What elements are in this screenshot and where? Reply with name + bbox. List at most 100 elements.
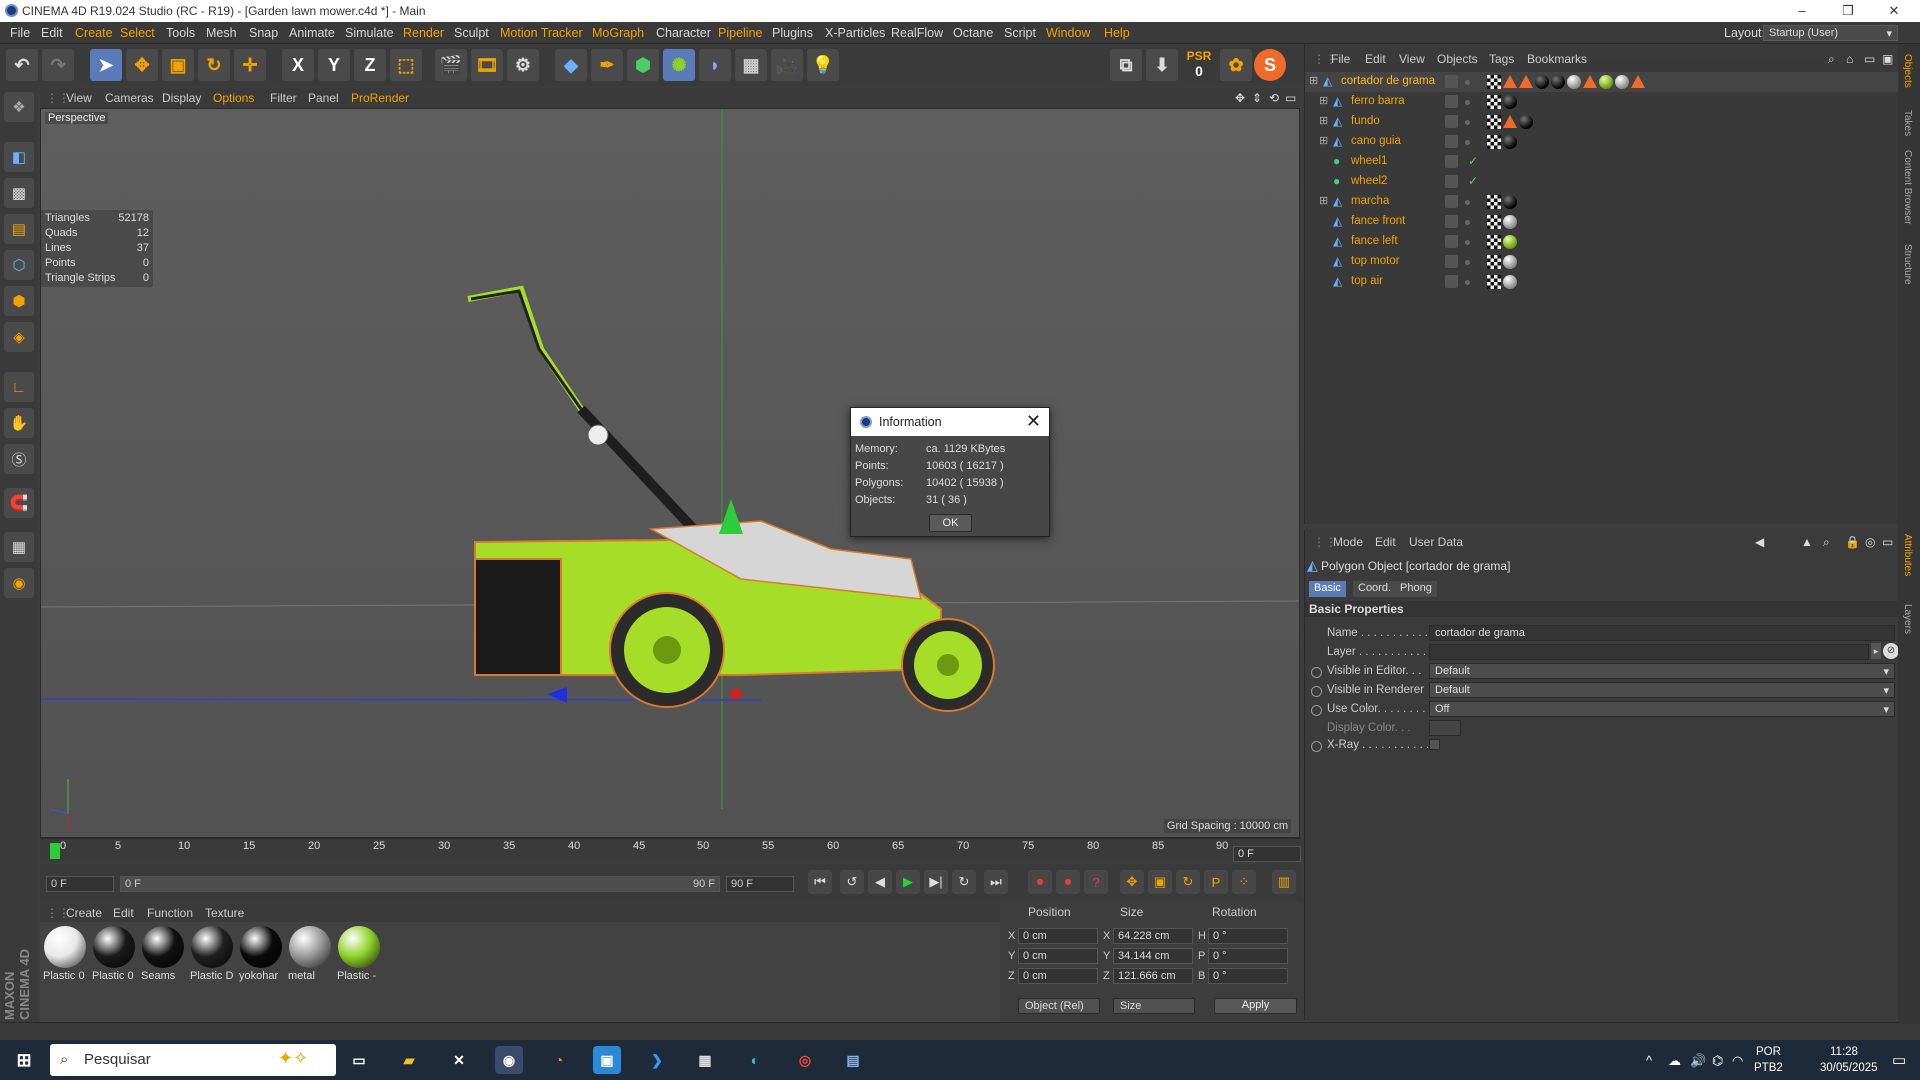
photos-icon[interactable]: ▤ xyxy=(839,1046,867,1074)
viewport-menu-panel[interactable]: Panel xyxy=(308,91,339,105)
object-name[interactable]: top motor xyxy=(1351,255,1400,267)
layout-select[interactable]: Startup (User) ▾ xyxy=(1763,25,1898,41)
key-pla-icon[interactable]: ⁘ xyxy=(1232,870,1256,894)
size-z-field[interactable]: 121.666 cm xyxy=(1113,968,1193,984)
material-item[interactable]: Plastic - xyxy=(337,926,381,984)
visibility-dot[interactable] xyxy=(1465,140,1470,145)
z-axis-lock-button[interactable]: Z xyxy=(354,49,386,81)
pos-y-field[interactable]: 0 cm xyxy=(1018,948,1098,964)
layer-swatch[interactable] xyxy=(1445,75,1458,88)
calculator-icon[interactable]: ▦ xyxy=(691,1046,719,1074)
texture-tag-icon[interactable] xyxy=(1487,75,1501,89)
workplane-lock-icon[interactable]: ▦ xyxy=(4,532,34,562)
object-name[interactable]: wheel1 xyxy=(1351,155,1387,167)
material-item[interactable]: Plastic 0 xyxy=(43,926,87,984)
key-rotation-icon[interactable]: ↻ xyxy=(1176,870,1200,894)
layer-swatch[interactable] xyxy=(1445,175,1458,188)
edge-icon[interactable]: ◐ xyxy=(741,1046,769,1074)
object-row[interactable]: ◭ fance left xyxy=(1305,232,1899,252)
material-item[interactable]: Plastic 0 xyxy=(92,926,136,984)
texture-tag-icon[interactable] xyxy=(1487,115,1501,129)
start-frame-field[interactable]: 0 F xyxy=(46,876,114,892)
y-axis-lock-button[interactable]: Y xyxy=(318,49,350,81)
material-item[interactable]: Seams xyxy=(141,926,185,984)
menu-mesh[interactable]: Mesh xyxy=(206,26,237,40)
use-color-dropdown[interactable]: Off ▾ xyxy=(1429,701,1895,717)
tray-expand-icon[interactable]: ^ xyxy=(1646,1053,1652,1068)
object-name[interactable]: wheel2 xyxy=(1351,175,1387,187)
play-icon[interactable]: ▶ xyxy=(896,870,920,894)
phong-tag-icon[interactable] xyxy=(1583,75,1597,88)
playhead-marker[interactable] xyxy=(50,843,60,859)
layer-swatch[interactable] xyxy=(1445,235,1458,248)
object-name[interactable]: cortador de grama xyxy=(1341,75,1435,87)
menu-window[interactable]: Window xyxy=(1046,26,1090,40)
render-view-icon[interactable]: 🎬 xyxy=(435,49,467,81)
snap-icon[interactable]: Ⓢ xyxy=(4,444,34,474)
network-icon[interactable]: ⌬ xyxy=(1712,1053,1723,1069)
layer-swatch[interactable] xyxy=(1445,195,1458,208)
menu-realflow[interactable]: RealFlow xyxy=(891,26,943,40)
object-name[interactable]: top air xyxy=(1351,275,1383,287)
menu-edit[interactable]: Edit xyxy=(41,26,63,40)
maximize-icon[interactable]: ▭ xyxy=(1882,535,1893,549)
go-to-end-icon[interactable]: ⏭ xyxy=(984,870,1008,894)
viewport-menu-view[interactable]: View xyxy=(66,91,92,105)
previous-key-icon[interactable]: ↺ xyxy=(840,870,864,894)
menu-file[interactable]: File xyxy=(10,26,30,40)
search-icon[interactable]: ⌕ xyxy=(1823,535,1830,550)
visibility-dot[interactable] xyxy=(1465,120,1470,125)
make-editable-icon[interactable]: ❖ xyxy=(4,92,34,122)
enabled-check-icon[interactable]: ✓ xyxy=(1468,174,1478,188)
rot-p-field[interactable]: 0 ° xyxy=(1208,948,1288,964)
layer-swatch[interactable] xyxy=(1445,215,1458,228)
attr-menu-mode[interactable]: Mode xyxy=(1333,535,1363,549)
key-position-icon[interactable]: ✥ xyxy=(1120,870,1144,894)
layer-swatch[interactable] xyxy=(1445,95,1458,108)
x-app-icon[interactable]: ✕ xyxy=(445,1046,473,1074)
s-plugin-icon[interactable]: S xyxy=(1254,49,1286,81)
lock-icon[interactable]: 🔒 xyxy=(1845,535,1860,549)
attr-menu-edit[interactable]: Edit xyxy=(1375,535,1396,549)
xray-radio[interactable] xyxy=(1311,741,1322,752)
layer-swatch[interactable] xyxy=(1445,115,1458,128)
visible-renderer-dropdown[interactable]: Default ▾ xyxy=(1429,682,1895,698)
object-row[interactable]: ⊞ ◭ fundo xyxy=(1305,112,1899,132)
onedrive-icon[interactable]: ☁ xyxy=(1668,1053,1681,1069)
home-icon[interactable]: ⌂ xyxy=(1846,52,1853,66)
model-mode-icon[interactable]: ◧ xyxy=(4,142,34,172)
record-keys-icon[interactable]: ⏺ xyxy=(1028,870,1052,894)
material-menu-function[interactable]: Function xyxy=(147,906,193,920)
material-tag-icon[interactable] xyxy=(1551,75,1565,89)
object-row[interactable]: ⊞ ◭ ferro barra xyxy=(1305,92,1899,112)
menu-script[interactable]: Script xyxy=(1004,26,1036,40)
render-settings-icon[interactable]: ⚙ xyxy=(507,49,539,81)
object-row[interactable]: ◭ top air xyxy=(1305,272,1899,292)
side-tab-content-browser[interactable]: Content Browser xyxy=(1902,150,1913,224)
undo-icon[interactable]: ↶ xyxy=(6,49,38,81)
menu-plugins[interactable]: Plugins xyxy=(772,26,813,40)
layer-clear-icon[interactable]: ⊘ xyxy=(1883,643,1899,659)
axis-icon[interactable]: ∟ xyxy=(4,372,34,402)
object-row[interactable]: ◭ fance front xyxy=(1305,212,1899,232)
preview-range-slider[interactable]: 0 F 90 F xyxy=(120,876,720,892)
use-color-radio[interactable] xyxy=(1311,705,1322,716)
notifications-icon[interactable]: ▭ xyxy=(1892,1051,1906,1069)
psr-indicator[interactable]: PSR 0 xyxy=(1182,49,1216,81)
menu-mograph[interactable]: MoGraph xyxy=(592,26,644,40)
layer-swatch[interactable] xyxy=(1445,255,1458,268)
floor-icon[interactable]: ▦ xyxy=(735,49,767,81)
clock-date[interactable]: 30/05/2025 xyxy=(1820,1062,1878,1074)
material-tag-icon[interactable] xyxy=(1503,195,1517,209)
texture-tag-icon[interactable] xyxy=(1487,195,1501,209)
viewport-maximize-icon[interactable]: ▭ xyxy=(1285,91,1296,105)
menu-motion-tracker[interactable]: Motion Tracker xyxy=(500,26,583,40)
xparticles-icon[interactable]: ✿ xyxy=(1220,49,1252,81)
object-row[interactable]: ◭ top motor xyxy=(1305,252,1899,272)
visibility-dot[interactable] xyxy=(1465,80,1470,85)
expand-icon[interactable]: ⊞ xyxy=(1319,134,1328,147)
previous-frame-icon[interactable]: ◀ xyxy=(868,870,892,894)
xray-checkbox[interactable] xyxy=(1429,739,1440,750)
polygons-mode-icon[interactable]: ◈ xyxy=(4,322,34,352)
phong-tag-icon[interactable] xyxy=(1519,75,1533,88)
